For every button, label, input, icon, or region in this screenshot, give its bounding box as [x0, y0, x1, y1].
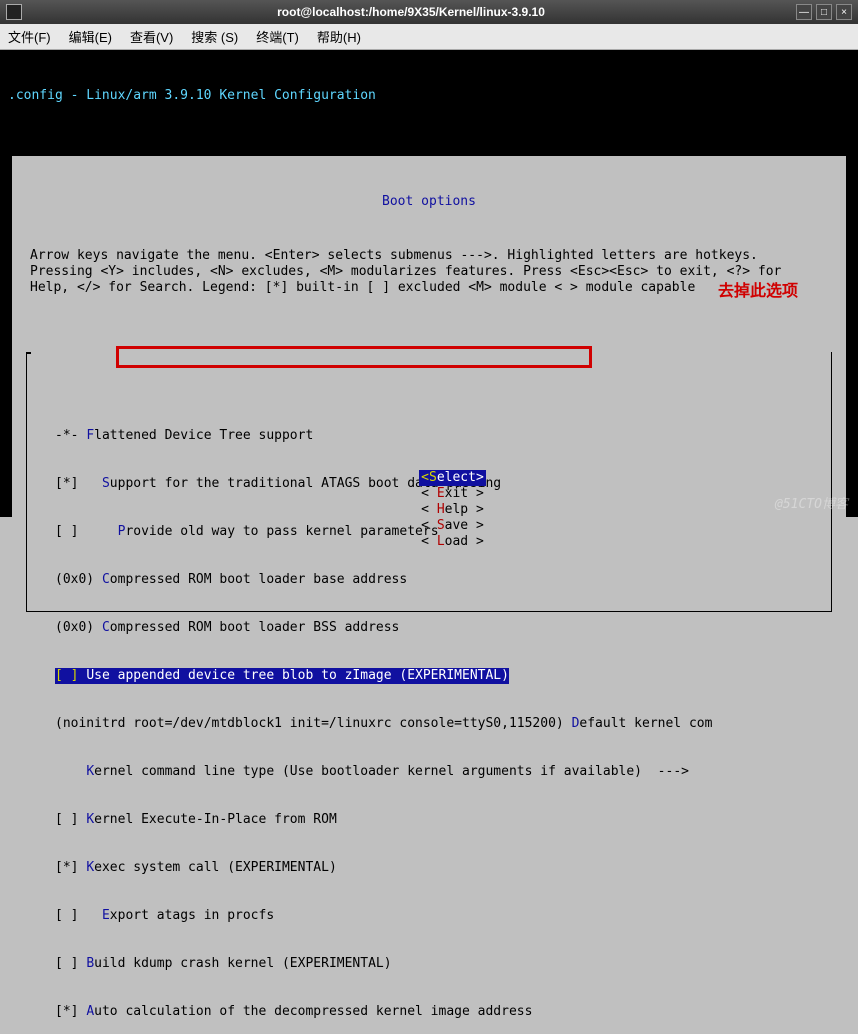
config-header: .config - Linux/arm 3.9.10 Kernel Config… — [8, 88, 850, 104]
option-rom-base-addr[interactable]: (0x0) Compressed ROM boot loader base ad… — [55, 572, 821, 588]
option-cmdline-type[interactable]: Kernel command line type (Use bootloader… — [55, 764, 821, 780]
close-button[interactable]: × — [836, 4, 852, 20]
annotation-text: 去掉此选项 — [718, 284, 798, 300]
menu-file[interactable]: 文件(F) — [8, 27, 51, 46]
option-xip[interactable]: [ ] Kernel Execute-In-Place from ROM — [55, 812, 821, 828]
load-button[interactable]: < Load > — [421, 534, 484, 550]
exit-button[interactable]: < Exit > — [421, 486, 484, 502]
option-kexec[interactable]: [*] Kexec system call (EXPERIMENTAL) — [55, 860, 821, 876]
menuconfig-dialog: Boot options Arrow keys navigate the men… — [12, 156, 846, 576]
menu-search[interactable]: 搜索 (S) — [191, 27, 238, 46]
option-auto-calc[interactable]: [*] Auto calculation of the decompressed… — [55, 1004, 821, 1020]
menu-help[interactable]: 帮助(H) — [317, 27, 361, 46]
dialog-buttons: <Select> < Exit > < Help > < Save > < Lo… — [12, 454, 846, 566]
window-icon — [6, 4, 22, 20]
window-titlebar: root@localhost:/home/9X35/Kernel/linux-3… — [0, 0, 858, 24]
watermark: @51CTO博客 — [775, 497, 848, 513]
dialog-title: Boot options — [12, 188, 846, 210]
option-export-atags[interactable]: [ ] Export atags in procfs — [55, 908, 821, 924]
option-rom-bss-addr[interactable]: (0x0) Compressed ROM boot loader BSS add… — [55, 620, 821, 636]
menu-edit[interactable]: 编辑(E) — [69, 27, 112, 46]
option-appended-dtb[interactable]: [ ] Use appended device tree blob to zIm… — [55, 668, 821, 684]
window-title: root@localhost:/home/9X35/Kernel/linux-3… — [30, 5, 792, 19]
help-button[interactable]: < Help > — [421, 502, 484, 518]
option-default-cmdline[interactable]: (noinitrd root=/dev/mtdblock1 init=/linu… — [55, 716, 821, 732]
save-button[interactable]: < Save > — [421, 518, 484, 534]
option-kdump[interactable]: [ ] Build kdump crash kernel (EXPERIMENT… — [55, 956, 821, 972]
menu-view[interactable]: 查看(V) — [130, 27, 173, 46]
menubar: 文件(F) 编辑(E) 查看(V) 搜索 (S) 终端(T) 帮助(H) — [0, 24, 858, 50]
terminal[interactable]: .config - Linux/arm 3.9.10 Kernel Config… — [0, 50, 858, 517]
minimize-button[interactable]: — — [796, 4, 812, 20]
select-button[interactable]: <Select> — [419, 470, 486, 486]
menu-terminal[interactable]: 终端(T) — [256, 27, 299, 46]
maximize-button[interactable]: □ — [816, 4, 832, 20]
annotation-box — [116, 346, 592, 368]
option-flattened-dt[interactable]: -*- Flattened Device Tree support — [55, 428, 821, 444]
